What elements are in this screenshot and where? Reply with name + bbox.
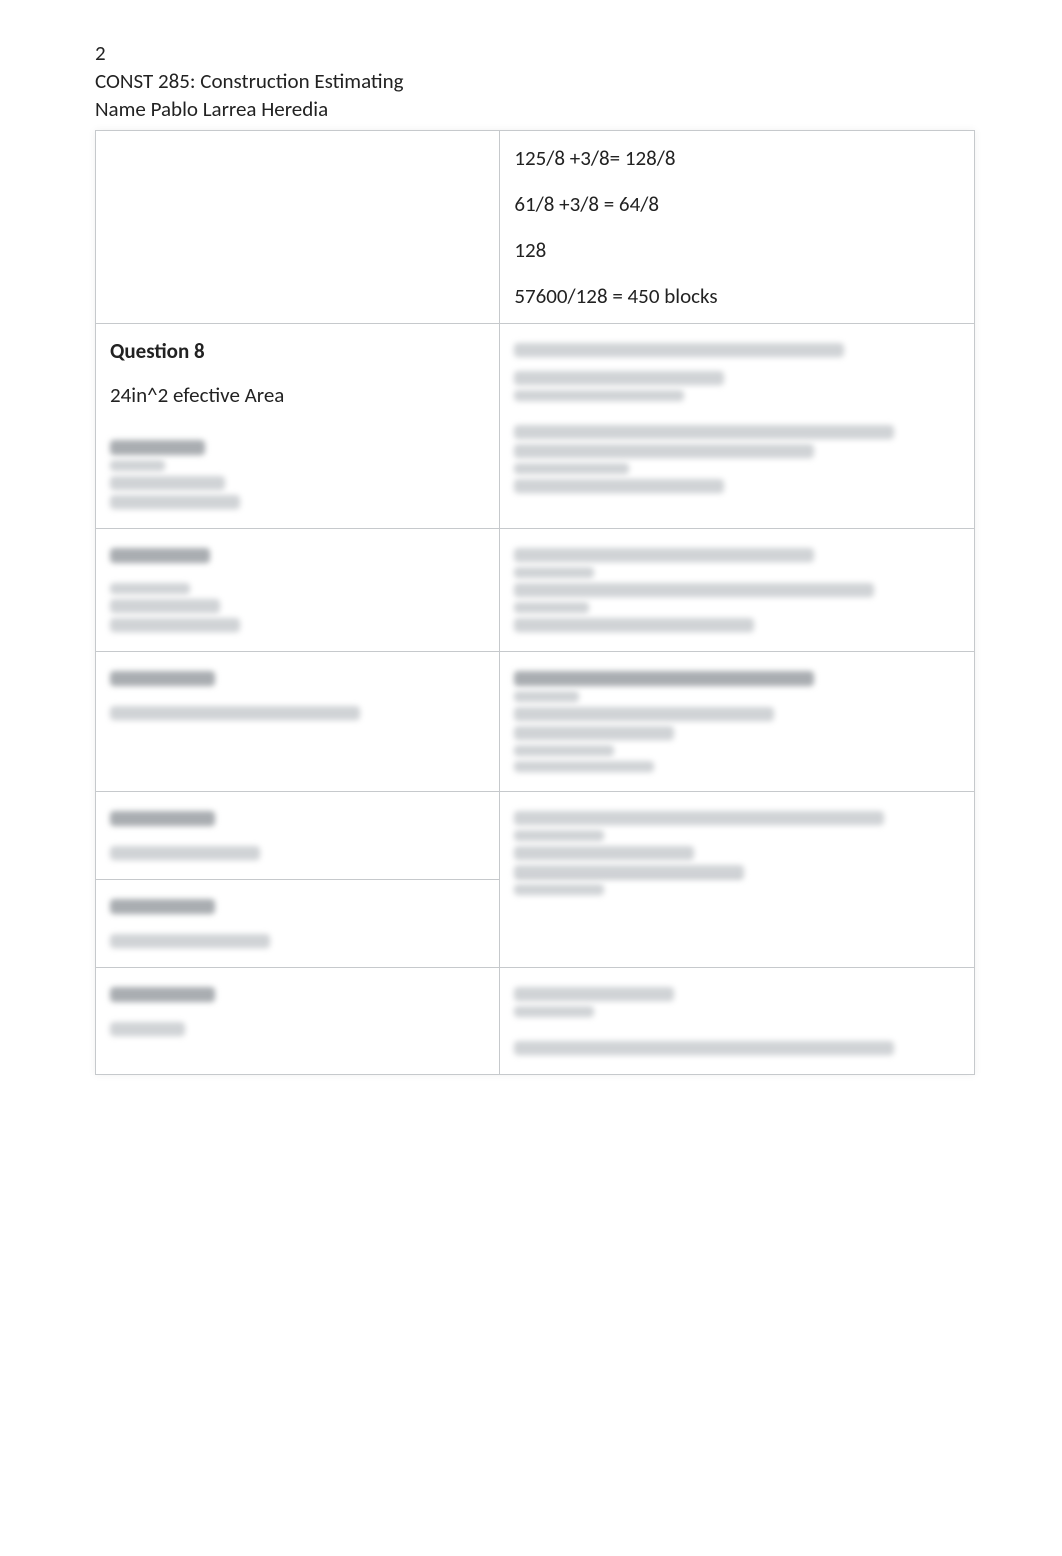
blurred-content: [514, 987, 960, 1055]
calc-line: 125/8 +3/8= 128/8: [514, 145, 960, 171]
left-cell: [96, 792, 500, 880]
question-text: 24in^2 efective Area: [110, 382, 485, 408]
table-row: [96, 652, 975, 792]
blurred-content: [514, 548, 960, 632]
calc-line: 57600/128 = 450 blocks: [514, 283, 960, 309]
table-row: [96, 792, 975, 880]
course-title: CONST 285: Construction Estimating: [95, 68, 982, 94]
right-cell: 125/8 +3/8= 128/8 61/8 +3/8 = 64/8 128 5…: [500, 131, 975, 324]
left-cell: [96, 880, 500, 968]
left-cell: [96, 529, 500, 652]
calc-line: 61/8 +3/8 = 64/8: [514, 191, 960, 217]
left-cell: [96, 652, 500, 792]
blurred-content: [110, 899, 485, 948]
student-name: Name Pablo Larrea Heredia: [95, 96, 982, 122]
blurred-content: [514, 811, 960, 895]
blurred-content: [110, 987, 485, 1036]
table-row: [96, 968, 975, 1075]
page-number: 2: [95, 40, 982, 66]
right-cell: [500, 792, 975, 968]
blurred-content: [110, 811, 485, 860]
blurred-content: [514, 671, 960, 772]
left-cell: Question 8 24in^2 efective Area: [96, 324, 500, 529]
table-row: 125/8 +3/8= 128/8 61/8 +3/8 = 64/8 128 5…: [96, 131, 975, 324]
table-row: [96, 529, 975, 652]
answer-block: 125/8 +3/8= 128/8 61/8 +3/8 = 64/8 128 5…: [514, 145, 960, 309]
question-label: Question 8: [110, 338, 485, 364]
table-row: Question 8 24in^2 efective Area: [96, 324, 975, 529]
right-cell: [500, 324, 975, 529]
blurred-content: [514, 343, 960, 493]
left-cell: [96, 131, 500, 324]
content-table: 125/8 +3/8= 128/8 61/8 +3/8 = 64/8 128 5…: [95, 130, 975, 1075]
right-cell: [500, 968, 975, 1075]
left-cell: [96, 968, 500, 1075]
document-header: 2 CONST 285: Construction Estimating Nam…: [95, 40, 982, 122]
blurred-content: [110, 671, 485, 720]
right-cell: [500, 652, 975, 792]
calc-line: 128: [514, 237, 960, 263]
blurred-content: [110, 440, 485, 509]
right-cell: [500, 529, 975, 652]
blurred-content: [110, 548, 485, 632]
